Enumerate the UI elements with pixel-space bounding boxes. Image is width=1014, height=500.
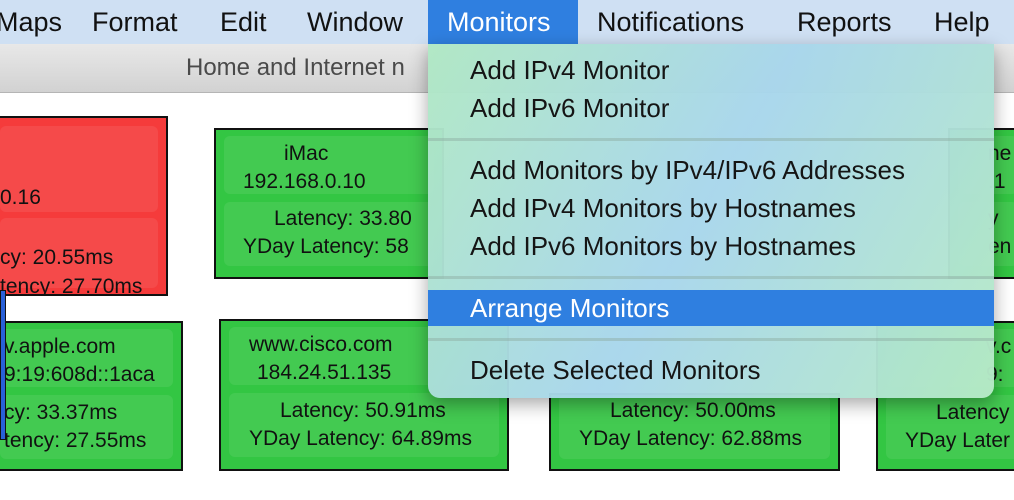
menu-window[interactable]: Window (307, 0, 403, 44)
monitor-latency: cy: 20.55ms (0, 246, 114, 269)
menu-item-add-ipv6-monitor[interactable]: Add IPv6 Monitor (428, 90, 994, 126)
menu-monitors[interactable]: Monitors (428, 0, 578, 44)
monitor-address: 0.16 (0, 186, 41, 209)
monitor-latency: cy: 33.37ms (4, 401, 118, 424)
monitor-yday-latency: YDay Latency: 58 (243, 235, 409, 258)
monitors-dropdown-menu: Add IPv4 Monitor Add IPv6 Monitor Add Mo… (428, 44, 994, 398)
menu-notifications[interactable]: Notifications (597, 0, 744, 44)
monitor-address: 9:19:608d::1aca (4, 363, 155, 386)
monitor-tile[interactable]: 0.16 cy: 20.55ms tency: 27.70ms (0, 116, 168, 296)
monitor-yday-latency: tency: 27.55ms (4, 429, 147, 452)
monitor-hostname: v.apple.com (4, 335, 116, 358)
menu-reports[interactable]: Reports (797, 0, 892, 44)
monitor-tile[interactable]: iMac 192.168.0.10 Latency: 33.80 YDay La… (214, 128, 444, 279)
menu-item-add-monitors-by-addresses[interactable]: Add Monitors by IPv4/IPv6 Addresses (428, 152, 994, 188)
monitor-yday-latency: tency: 27.70ms (0, 275, 143, 296)
monitor-yday-latency: YDay Later (905, 429, 1011, 452)
monitor-name: iMac (284, 142, 329, 165)
monitor-yday-latency: YDay Latency: 62.88ms (579, 427, 802, 450)
menu-help[interactable]: Help (934, 0, 990, 44)
menu-maps[interactable]: Maps (0, 0, 62, 44)
menu-item-add-ipv4-monitors-by-hostnames[interactable]: Add IPv4 Monitors by Hostnames (428, 190, 994, 226)
monitor-latency: Latency: 50.91ms (280, 399, 446, 422)
monitor-tile[interactable]: v.apple.com 9:19:608d::1aca cy: 33.37ms … (0, 321, 183, 471)
menu-separator (428, 138, 994, 141)
window-title: Home and Internet n (186, 54, 405, 81)
monitor-address: 192.168.0.10 (243, 170, 366, 193)
monitor-hostname: www.cisco.com (249, 333, 393, 356)
menu-item-arrange-monitors[interactable]: Arrange Monitors (428, 290, 994, 326)
monitor-latency: Latency: 50.00ms (610, 399, 776, 422)
selection-handle[interactable] (0, 290, 6, 440)
menu-separator (428, 338, 994, 341)
monitor-address: 184.24.51.135 (257, 361, 392, 384)
menu-item-add-ipv4-monitor[interactable]: Add IPv4 Monitor (428, 52, 994, 88)
monitor-tile[interactable]: Latency: 50.00ms YDay Latency: 62.88ms (549, 393, 840, 471)
menu-separator (428, 276, 994, 279)
menu-bar: Maps Format Edit Window Monitors Notific… (0, 0, 1014, 44)
monitor-latency: Latency: 33.80 (274, 207, 412, 230)
menu-format[interactable]: Format (92, 0, 178, 44)
menu-item-delete-selected-monitors[interactable]: Delete Selected Monitors (428, 352, 994, 388)
menu-edit[interactable]: Edit (220, 0, 267, 44)
monitor-latency: Latency (936, 401, 1010, 424)
monitor-yday-latency: YDay Latency: 64.89ms (249, 427, 472, 450)
menu-item-add-ipv6-monitors-by-hostnames[interactable]: Add IPv6 Monitors by Hostnames (428, 228, 994, 264)
